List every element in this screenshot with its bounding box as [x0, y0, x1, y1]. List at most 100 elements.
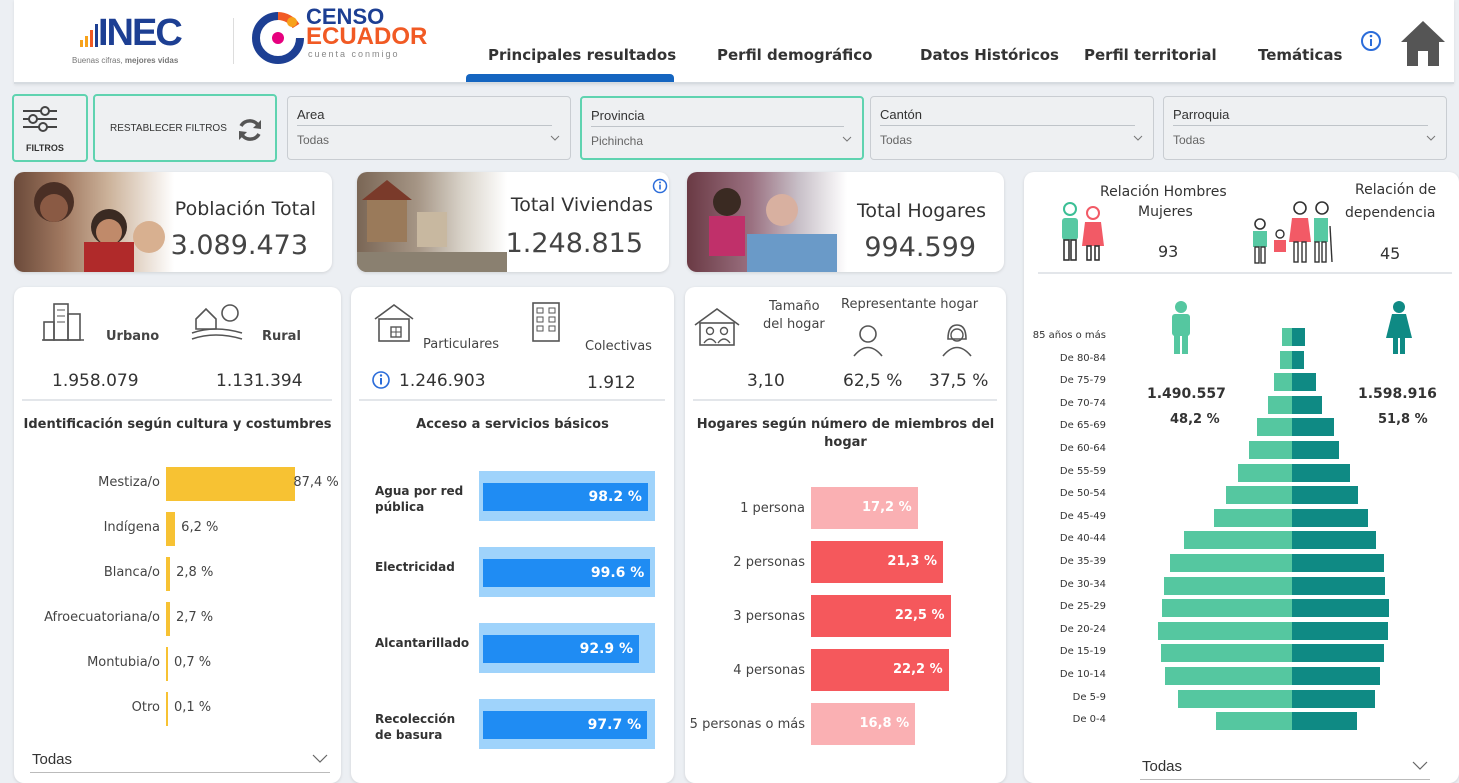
- area-filter[interactable]: Area Todas: [287, 96, 571, 160]
- pyramid-age-label: De 75-79: [1059, 375, 1106, 387]
- tab-perfil-demografico[interactable]: Perfil demográfico: [717, 46, 872, 64]
- reset-filters-button[interactable]: RESTABLECER FILTROS: [93, 94, 277, 162]
- pyramid-bar-male: [1161, 599, 1292, 618]
- servicios-data-label: 98.2 %: [588, 489, 642, 505]
- house-icon: [374, 304, 414, 342]
- tab-tematicas[interactable]: Temáticas: [1258, 46, 1342, 64]
- canton-filter[interactable]: Cantón Todas: [870, 96, 1154, 160]
- particulares-value: 1.246.903: [399, 371, 486, 391]
- miembros-category-label: 4 personas: [733, 663, 805, 678]
- family-photo-icon: [709, 188, 837, 272]
- pyramid-bar-male: [1158, 621, 1292, 640]
- kpi-hogares-card: Total Hogares 994.599: [687, 172, 1004, 272]
- hogares-value: 994.599: [864, 232, 976, 263]
- pyramid-age-label: De 25-29: [1059, 601, 1106, 613]
- cultura-dropdown-value: Todas: [32, 751, 73, 768]
- cultura-bar: [166, 647, 168, 681]
- servicios-category-label: Alcantarillado: [375, 636, 470, 650]
- pyramid-bar-male: [1163, 576, 1292, 595]
- pyramid-bar-male: [1177, 689, 1292, 708]
- pyramid-bar-female: [1292, 328, 1306, 346]
- cultura-category-label: Afroecuatoriana/o: [44, 610, 160, 625]
- cultura-dropdown[interactable]: Todas: [30, 747, 330, 773]
- pyramid-bar-male: [1216, 712, 1292, 731]
- miembros-data-label: 17,2 %: [861, 500, 912, 515]
- servicios-data-label: 99.6 %: [590, 565, 645, 581]
- cultura-data-label: 87,4 %: [293, 475, 339, 490]
- hogares-title: Total Hogares: [856, 200, 986, 222]
- pyramid-age-label: De 0-4: [1072, 714, 1106, 726]
- tab-perfil-territorial[interactable]: Perfil territorial: [1084, 46, 1217, 64]
- cultura-data-label: 2,8 %: [176, 565, 214, 580]
- miembros-chart-title-1: Hogares según número de miembros del: [696, 417, 995, 432]
- pyramid-age-label: De 15-19: [1059, 646, 1106, 658]
- inec-tagline-bold: mejores vidas: [124, 56, 179, 65]
- pyramid-age-label: De 5-9: [1072, 691, 1106, 703]
- pyramid-bar-male: [1238, 463, 1292, 482]
- pyramid-bar-female: [1292, 395, 1323, 414]
- colectivas-label: Colectivas: [585, 339, 652, 354]
- houses-photo-icon: [357, 180, 507, 272]
- miembros-category-label: 5 personas o más: [689, 717, 805, 732]
- provincia-filter[interactable]: Provincia Pichincha: [580, 96, 864, 160]
- cultura-category-label: Mestiza/o: [98, 475, 160, 490]
- pyramid-bar-female: [1292, 689, 1376, 708]
- pyramid-bar-female: [1292, 621, 1388, 640]
- info-icon[interactable]: [652, 178, 668, 194]
- chevron-down-icon: [1426, 135, 1436, 141]
- pyramid-age-label: De 10-14: [1059, 669, 1106, 680]
- dependencia-value: 45: [1380, 244, 1401, 263]
- dependencia-title-2: dependencia: [1345, 205, 1436, 221]
- particulares-label: Particulares: [423, 337, 500, 352]
- dependencia-title-1: Relación de: [1355, 182, 1437, 198]
- tab-principales-resultados[interactable]: Principales resultados: [488, 46, 676, 64]
- people-photo: [14, 172, 174, 272]
- filters-button[interactable]: FILTROS: [12, 94, 88, 162]
- cultura-bar: [166, 467, 296, 501]
- tamano-label-1: Tamaño: [769, 299, 820, 314]
- female-avatar-icon: [942, 324, 972, 357]
- miembros-chart-title-2: hogar: [824, 435, 867, 450]
- home-icon[interactable]: [1398, 18, 1448, 70]
- inec-tagline-pre: Buenas cifras,: [72, 56, 125, 65]
- family-photo: [687, 172, 847, 272]
- pyramid-age-label: De 50-54: [1059, 488, 1106, 500]
- canton-filter-value: Todas: [880, 133, 913, 147]
- pyramid-bar-male: [1183, 531, 1292, 550]
- piramide-dropdown[interactable]: Todas: [1140, 754, 1430, 780]
- pyramid-bar-male: [1249, 441, 1292, 459]
- pyramid-age-label: De 55-59: [1059, 465, 1106, 477]
- relacion-hm-title-2: Mujeres: [1138, 204, 1193, 220]
- population-pyramid-chart: 85 años o más De 80-84 De 75-79 De 70-74 De …: [1024, 326, 1459, 746]
- info-icon[interactable]: [371, 370, 391, 390]
- pyramid-age-label: De 35-39: [1059, 556, 1106, 567]
- pyramid-bar-male: [1268, 395, 1292, 414]
- poblacion-value: 3.089.473: [170, 230, 308, 261]
- cultura-bar: [166, 512, 176, 546]
- cultura-category-label: Montubia/o: [87, 655, 160, 670]
- top-bar: [14, 0, 1454, 84]
- cultura-category-label: Otro: [131, 700, 160, 715]
- pyramid-age-label: De 45-49: [1059, 510, 1106, 522]
- viviendas-title: Total Viviendas: [510, 194, 653, 216]
- ecuador-text: ECUADOR: [306, 23, 428, 50]
- pyramid-bar-female: [1292, 599, 1389, 618]
- relacion-hm-title-1: Relación Hombres: [1100, 184, 1227, 200]
- tab-datos-historicos[interactable]: Datos Históricos: [920, 46, 1059, 64]
- man-woman-icon: [1062, 202, 1104, 261]
- city-building-icon: [42, 303, 84, 341]
- provincia-filter-label: Provincia: [591, 108, 645, 123]
- parroquia-filter-value: Todas: [1173, 133, 1206, 147]
- urbano-value: 1.958.079: [52, 371, 139, 391]
- colectivas-value: 1.912: [587, 373, 636, 393]
- pyramid-bar-female: [1292, 531, 1376, 550]
- piramide-card: Relación Hombres Mujeres 93 Relación de …: [1024, 172, 1459, 783]
- miembros-category-label: 3 personas: [733, 609, 805, 624]
- urbano-label: Urbano: [106, 329, 160, 344]
- pyramid-bar-female: [1292, 463, 1350, 482]
- parroquia-filter[interactable]: Parroquia Todas: [1163, 96, 1447, 160]
- info-icon[interactable]: [1360, 30, 1382, 52]
- servicios-chart: Agua por red pública 98.2 % Electricidad 99…: [351, 467, 674, 757]
- pyramid-age-label: De 65-69: [1059, 420, 1106, 432]
- pyramid-age-label: De 30-34: [1059, 578, 1106, 590]
